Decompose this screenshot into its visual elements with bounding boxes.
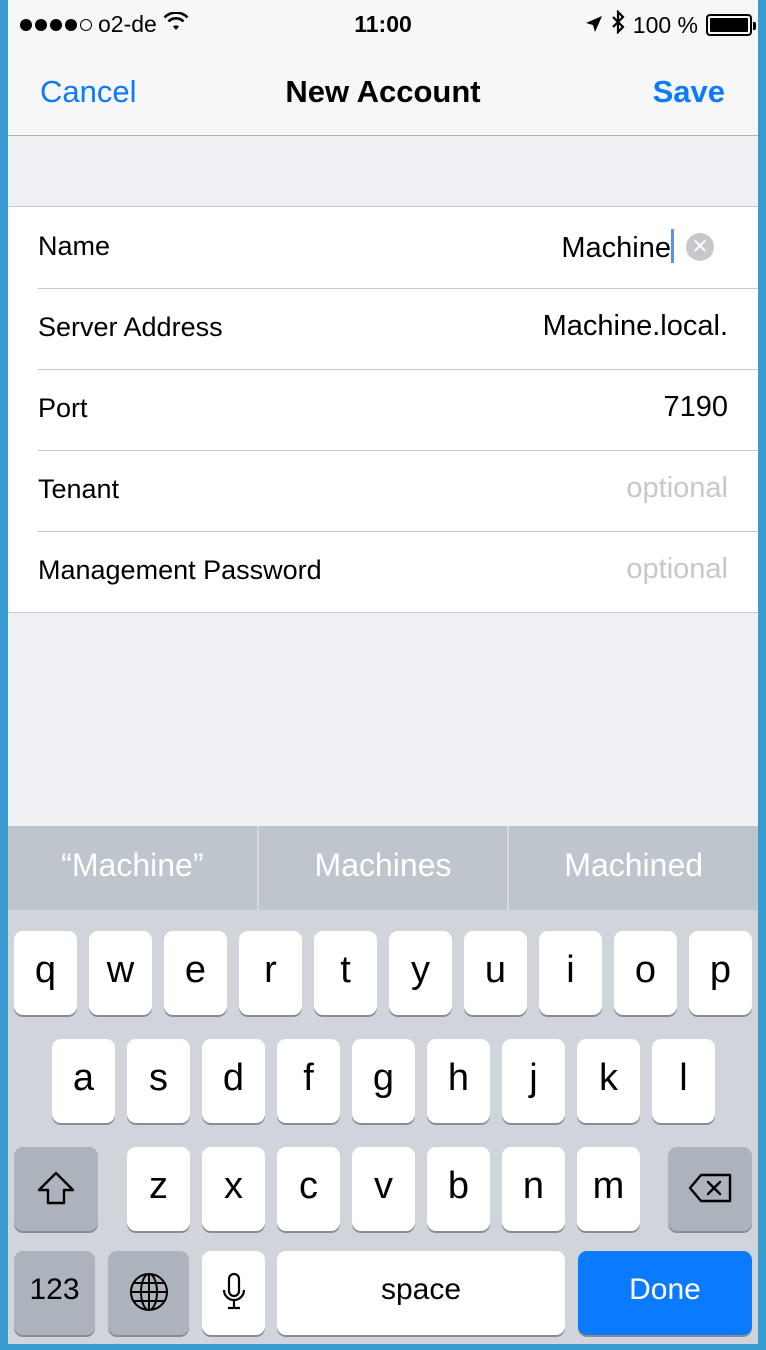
key-q[interactable]: q (14, 931, 77, 1015)
key-f[interactable]: f (277, 1039, 340, 1123)
dictation-key[interactable] (202, 1251, 265, 1335)
backspace-icon (688, 1173, 732, 1203)
key-g[interactable]: g (352, 1039, 415, 1123)
battery-percent: 100 % (632, 11, 698, 38)
key-w[interactable]: w (89, 931, 152, 1015)
suggestion-item[interactable]: “Machine” (8, 826, 259, 910)
key-b[interactable]: b (427, 1147, 490, 1231)
server-address-label: Server Address (38, 312, 223, 342)
key-s[interactable]: s (127, 1039, 190, 1123)
status-bar: o2-de 11:00 100 % (8, 0, 758, 52)
key-a[interactable]: a (52, 1039, 115, 1123)
key-o[interactable]: o (614, 931, 677, 1015)
navigation-bar: Cancel New Account Save (8, 52, 758, 136)
suggestion-item[interactable]: Machined (509, 826, 758, 910)
tenant-label: Tenant (38, 474, 120, 504)
globe-icon (129, 1272, 168, 1311)
key-v[interactable]: v (352, 1147, 415, 1231)
management-password-label: Management Password (38, 555, 322, 585)
key-i[interactable]: i (539, 931, 602, 1015)
management-password-row[interactable]: Management Password optional (8, 531, 758, 612)
space-key[interactable]: space (277, 1251, 565, 1335)
autocorrect-bar: “Machine” Machines Machined (8, 826, 758, 910)
text-cursor (671, 229, 674, 263)
name-label: Name (38, 231, 111, 261)
backspace-key[interactable] (668, 1147, 752, 1231)
port-row[interactable]: Port 7190 (8, 369, 758, 450)
key-t[interactable]: t (314, 931, 377, 1015)
shift-arrow-icon (37, 1171, 75, 1205)
bluetooth-icon (611, 9, 625, 40)
server-address-field[interactable]: Machine.local. (543, 310, 728, 343)
name-value: Machine (561, 232, 671, 264)
key-x[interactable]: x (202, 1147, 265, 1231)
suggestion-item[interactable]: Machines (259, 826, 510, 910)
key-y[interactable]: y (389, 931, 452, 1015)
management-password-field[interactable]: optional (626, 553, 728, 586)
server-address-row[interactable]: Server Address Machine.local. (8, 288, 758, 369)
key-m[interactable]: m (577, 1147, 640, 1231)
cancel-button[interactable]: Cancel (40, 74, 137, 110)
numbers-key[interactable]: 123 (14, 1251, 95, 1335)
location-arrow-icon (585, 12, 603, 39)
microphone-icon (222, 1272, 245, 1310)
port-label: Port (38, 393, 88, 423)
account-form: Name Machine ✕ Server Address Machine.lo… (8, 206, 758, 613)
key-e[interactable]: e (164, 931, 227, 1015)
clear-text-icon[interactable]: ✕ (686, 233, 714, 261)
name-field[interactable]: Machine (561, 229, 674, 265)
key-c[interactable]: c (277, 1147, 340, 1231)
keyboard: “Machine” Machines Machined q w e r t y … (8, 826, 758, 1344)
key-p[interactable]: p (689, 931, 752, 1015)
port-field[interactable]: 7190 (663, 391, 728, 424)
globe-key[interactable] (108, 1251, 189, 1335)
tenant-field[interactable]: optional (626, 472, 728, 505)
tenant-row[interactable]: Tenant optional (8, 450, 758, 531)
done-key[interactable]: Done (578, 1251, 752, 1335)
phone-screen: o2-de 11:00 100 % Cancel New Account Sav… (0, 0, 766, 1350)
key-u[interactable]: u (464, 931, 527, 1015)
key-d[interactable]: d (202, 1039, 265, 1123)
key-j[interactable]: j (502, 1039, 565, 1123)
save-button[interactable]: Save (653, 74, 725, 110)
status-right: 100 % (585, 9, 756, 40)
key-k[interactable]: k (577, 1039, 640, 1123)
shift-key[interactable] (14, 1147, 98, 1231)
key-z[interactable]: z (127, 1147, 190, 1231)
battery-icon (706, 14, 756, 36)
key-h[interactable]: h (427, 1039, 490, 1123)
name-row[interactable]: Name Machine ✕ (8, 207, 758, 288)
key-r[interactable]: r (239, 931, 302, 1015)
key-n[interactable]: n (502, 1147, 565, 1231)
key-l[interactable]: l (652, 1039, 715, 1123)
